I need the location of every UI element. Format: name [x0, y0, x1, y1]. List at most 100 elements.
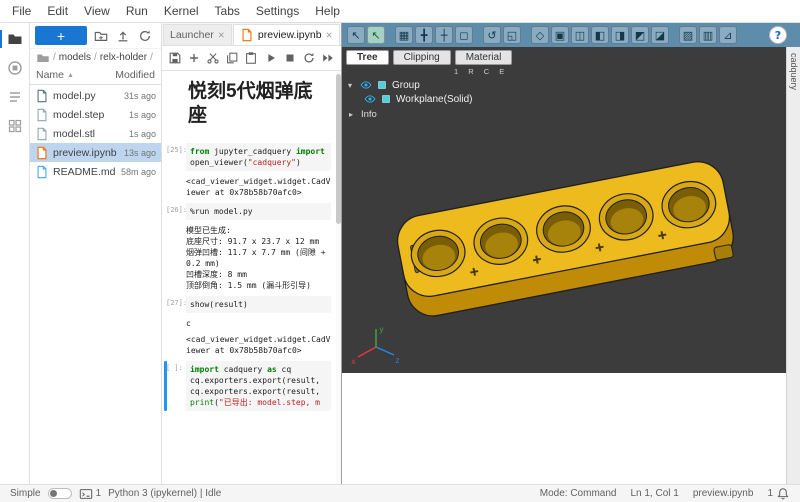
axes-icon[interactable]: ╋ — [415, 26, 433, 44]
menu-tabs[interactable]: Tabs — [207, 1, 248, 21]
shape-icon[interactable] — [380, 93, 392, 105]
scrollbar-thumb[interactable] — [336, 74, 341, 224]
cad-model-3d[interactable] — [342, 123, 786, 373]
notebook-content[interactable]: 悦刻5代烟弹底座 [25]:from jupyter_cadquery impor… — [162, 71, 341, 484]
simple-mode-toggle[interactable] — [48, 488, 72, 499]
iso-view-icon[interactable]: ◇ — [531, 26, 549, 44]
code-cell-input[interactable]: import cadquery as cqcq.exporters.export… — [186, 361, 331, 411]
close-tab-icon[interactable]: ✕ — [218, 30, 225, 41]
eye-icon[interactable] — [364, 93, 376, 105]
transparent-icon[interactable]: ▨ — [679, 26, 697, 44]
notebook-cell-0[interactable]: 悦刻5代烟弹底座 — [164, 76, 331, 138]
tab-preview-ipynb[interactable]: preview.ipynb✕ — [233, 24, 340, 45]
notebook-cell-7[interactable]: <cad_viewer_widget.widget.CadViewer at 0… — [164, 334, 331, 356]
restart-run-all-button[interactable] — [320, 50, 336, 67]
notebook-cell-8[interactable]: [ ]:import cadquery as cqcq.exporters.ex… — [164, 361, 331, 411]
sidecar-strip[interactable]: cadquery — [786, 47, 800, 484]
new-folder-icon[interactable] — [93, 28, 109, 44]
tab-tree[interactable]: Tree — [346, 50, 389, 65]
tab-material[interactable]: Material — [455, 50, 513, 65]
kernel-status[interactable]: Python 3 (ipykernel) | Idle — [108, 488, 221, 499]
file-row-model.step[interactable]: model.step1s ago — [30, 105, 161, 124]
file-row-model.py[interactable]: model.py31s ago — [30, 86, 161, 105]
save-button[interactable] — [167, 50, 183, 67]
caret-down-icon[interactable]: ▾ — [348, 81, 356, 90]
left-view-icon[interactable]: ◧ — [591, 26, 609, 44]
code-cell-input[interactable]: %run model.py — [186, 203, 331, 220]
cut-cell-icon — [206, 51, 220, 65]
file-row-model.stl[interactable]: model.stl1s ago — [30, 124, 161, 143]
new-launcher-button[interactable]: + — [35, 26, 87, 45]
close-tab-icon[interactable]: ✕ — [326, 30, 333, 41]
file-row-README.md[interactable]: README.md58m ago — [30, 162, 161, 181]
notifications[interactable]: 1 — [767, 487, 790, 501]
top-view-icon[interactable]: ◩ — [631, 26, 649, 44]
column-name[interactable]: Name — [36, 69, 64, 81]
restart-kernel-button[interactable] — [301, 50, 317, 67]
interrupt-kernel-button[interactable] — [282, 50, 298, 67]
breadcrumb-item-relx-holder[interactable]: relx-holder — [100, 52, 147, 63]
notebook-scrollbar[interactable] — [336, 71, 341, 484]
code-cell-input[interactable]: from jupyter_cadquery importopen_viewer(… — [186, 143, 331, 171]
notebook-cell-5[interactable]: [27]:show(result) — [164, 296, 331, 313]
axes0-icon[interactable]: ┼ — [435, 26, 453, 44]
menu-kernel[interactable]: Kernel — [156, 1, 207, 21]
code-line: from jupyter_cadquery import — [190, 146, 327, 157]
tab-launcher[interactable]: Launcher✕ — [163, 24, 232, 45]
running-sessions-tab[interactable] — [2, 57, 28, 79]
grid-icon[interactable]: ▦ — [395, 26, 413, 44]
tree-node-group[interactable]: ▾ Group — [342, 78, 786, 92]
file-name: preview.ipynb — [53, 147, 117, 159]
fit-view-icon[interactable]: ◱ — [503, 26, 521, 44]
menu-help[interactable]: Help — [307, 1, 348, 21]
upload-icon[interactable] — [115, 28, 131, 44]
insert-cell-button[interactable] — [186, 50, 202, 67]
cad-main: Tree Clipping Material 1 R C E ▾ Group — [342, 47, 786, 484]
notebook-cell-1[interactable]: [25]:from jupyter_cadquery importopen_vi… — [164, 143, 331, 171]
menu-view[interactable]: View — [76, 1, 118, 21]
refresh-icon[interactable] — [137, 28, 153, 44]
menubar: FileEditViewRunKernelTabsSettingsHelp — [0, 0, 800, 23]
notebook-cell-4[interactable]: 模型已生成:底座尺寸: 91.7 x 23.7 x 12 mm烟弹凹槽: 11.… — [164, 225, 331, 291]
bottom-view-icon[interactable]: ◪ — [651, 26, 669, 44]
menu-edit[interactable]: Edit — [39, 1, 76, 21]
menu-file[interactable]: File — [4, 1, 39, 21]
right-view-icon[interactable]: ◨ — [611, 26, 629, 44]
column-modified[interactable]: Modified — [115, 69, 155, 81]
cad-viewport[interactable]: x y z — [342, 123, 786, 373]
table-of-contents-tab[interactable] — [2, 86, 28, 108]
tree-node-workplane[interactable]: Workplane(Solid) — [342, 92, 786, 106]
front-view-icon[interactable]: ▣ — [551, 26, 569, 44]
file-row-preview.ipynb[interactable]: preview.ipynb13s ago — [30, 143, 161, 162]
copy-cell-button[interactable] — [224, 50, 240, 67]
cut-cell-button[interactable] — [205, 50, 221, 67]
flat-shading-icon[interactable]: ◻ — [455, 26, 473, 44]
cursor-position[interactable]: Ln 1, Col 1 — [630, 488, 678, 499]
files-tab[interactable] — [2, 28, 28, 50]
select-mode-icon[interactable]: ↖ — [347, 26, 365, 44]
notebook-cell-2[interactable]: <cad_viewer_widget.widget.CadViewer at 0… — [164, 176, 331, 198]
kernel-sessions[interactable]: 1 — [79, 487, 102, 501]
info-section[interactable]: ▸ Info — [342, 106, 786, 123]
extensions-tab[interactable] — [2, 115, 28, 137]
code-line: open_viewer("cadquery") — [190, 157, 327, 168]
notebook-cell-3[interactable]: [26]:%run model.py — [164, 203, 331, 220]
help-icon[interactable]: ? — [769, 26, 787, 44]
breadcrumb-item-models[interactable]: models — [59, 52, 91, 63]
tab-clipping[interactable]: Clipping — [393, 50, 451, 65]
tree-node-label: Workplane(Solid) — [396, 94, 473, 105]
eye-icon[interactable] — [360, 79, 372, 91]
menu-run[interactable]: Run — [118, 1, 156, 21]
reset-view-icon[interactable]: ↺ — [483, 26, 501, 44]
paste-cell-button[interactable] — [243, 50, 259, 67]
code-cell-input[interactable]: show(result) — [186, 296, 331, 313]
run-cell-button[interactable] — [263, 50, 279, 67]
black-edges-icon[interactable]: ▥ — [699, 26, 717, 44]
rear-view-icon[interactable]: ◫ — [571, 26, 589, 44]
command-mode-indicator[interactable]: Mode: Command — [540, 488, 617, 499]
glide-mode-icon[interactable]: ↖ — [367, 26, 385, 44]
clip-plane-icon[interactable]: ⊿ — [719, 26, 737, 44]
notebook-cell-6[interactable]: c — [164, 318, 331, 329]
shape-icon[interactable] — [376, 79, 388, 91]
menu-settings[interactable]: Settings — [248, 1, 307, 21]
